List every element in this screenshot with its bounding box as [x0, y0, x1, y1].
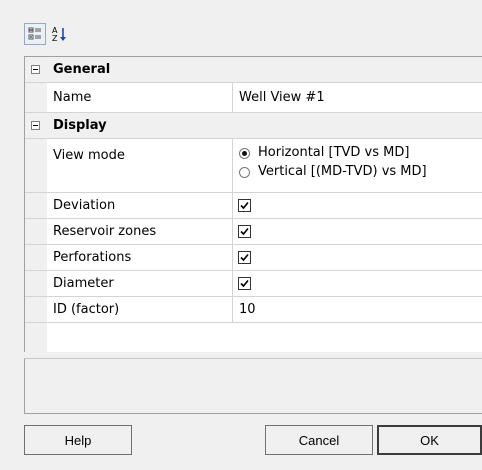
radio-vertical[interactable] — [239, 167, 250, 178]
property-row-deviation[interactable]: Deviation — [25, 193, 482, 219]
checkmark-icon — [240, 201, 249, 210]
sort-glyph-z: Z — [52, 34, 58, 43]
property-name: Perforations — [53, 250, 132, 265]
categorized-view-button[interactable] — [24, 23, 46, 45]
cancel-button[interactable]: Cancel — [265, 425, 373, 455]
collapse-display-icon[interactable] — [31, 121, 40, 130]
checkmark-icon — [240, 227, 249, 236]
empty-row — [25, 323, 482, 353]
categorized-view-icon — [28, 27, 41, 40]
description-pane — [24, 358, 482, 414]
radio-vertical-label[interactable]: Vertical [(MD-TVD) vs MD] — [258, 164, 427, 179]
radio-horizontal[interactable] — [239, 148, 250, 159]
category-label: General — [53, 62, 111, 77]
name-value-field[interactable]: Well View #1 — [239, 90, 325, 105]
id-factor-value-field[interactable]: 10 — [239, 302, 256, 317]
perforations-checkbox[interactable] — [238, 251, 251, 264]
property-name: Name — [53, 90, 92, 105]
property-row-reservoir-zones[interactable]: Reservoir zones — [25, 219, 482, 245]
property-row-view-mode[interactable]: View mode Horizontal [TVD vs MD] Vertica… — [25, 139, 482, 193]
ok-button[interactable]: OK — [377, 425, 482, 455]
reservoir-zones-checkbox[interactable] — [238, 225, 251, 238]
property-name: Reservoir zones — [53, 224, 157, 239]
property-name: View mode — [53, 148, 125, 163]
alphabetical-sort-button[interactable]: A Z — [48, 23, 70, 45]
diameter-checkbox[interactable] — [238, 277, 251, 290]
category-label: Display — [53, 118, 107, 133]
help-button[interactable]: Help — [24, 425, 132, 455]
category-general[interactable]: General — [25, 57, 482, 83]
radio-horizontal-label[interactable]: Horizontal [TVD vs MD] — [258, 145, 409, 160]
deviation-checkbox[interactable] — [238, 199, 251, 212]
property-name: Deviation — [53, 198, 116, 213]
alphabetical-sort-icon: A Z — [52, 26, 66, 43]
checkmark-icon — [240, 279, 249, 288]
property-row-diameter[interactable]: Diameter — [25, 271, 482, 297]
property-grid: General Name Well View #1 Display View m… — [24, 56, 482, 353]
property-name: Diameter — [53, 276, 114, 291]
category-display[interactable]: Display — [25, 113, 482, 139]
property-name: ID (factor) — [53, 302, 120, 317]
collapse-general-icon[interactable] — [31, 65, 40, 74]
property-row-name[interactable]: Name Well View #1 — [25, 83, 482, 113]
property-toolbar: A Z — [24, 21, 70, 47]
property-row-perforations[interactable]: Perforations — [25, 245, 482, 271]
checkmark-icon — [240, 253, 249, 262]
property-row-id-factor[interactable]: ID (factor) 10 — [25, 297, 482, 323]
